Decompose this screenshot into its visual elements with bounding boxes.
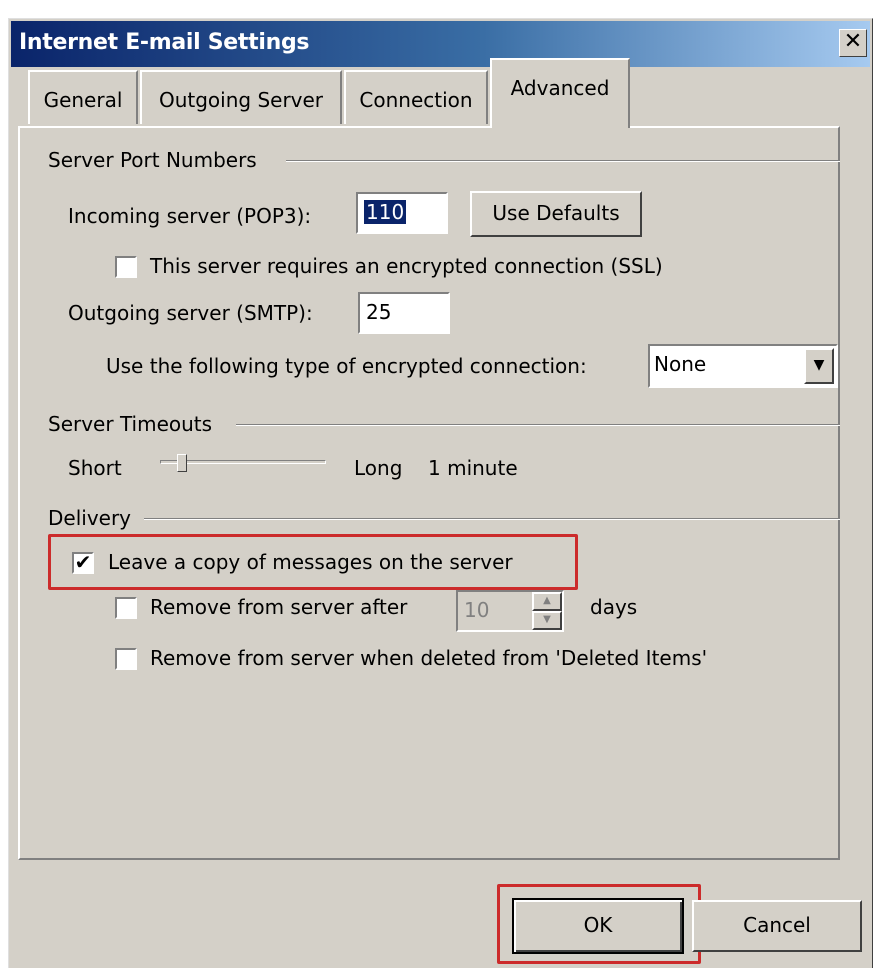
spinner-up-button[interactable]: ▲ (532, 592, 562, 611)
leave-copy-label: Leave a copy of messages on the server (108, 550, 513, 574)
chevron-down-icon: ▼ (813, 357, 825, 373)
cancel-button[interactable]: Cancel (692, 900, 862, 952)
tab-outgoing-server[interactable]: Outgoing Server (140, 70, 342, 124)
tab-connection[interactable]: Connection (344, 70, 488, 124)
encryption-type-value: None (654, 352, 707, 376)
close-icon: ✕ (843, 29, 863, 54)
ok-label: OK (583, 913, 613, 937)
tab-advanced[interactable]: Advanced (490, 58, 630, 128)
ok-button[interactable]: OK (512, 898, 684, 954)
encryption-type-select[interactable]: None ▼ (648, 344, 838, 388)
timeout-value-label: 1 minute (428, 456, 518, 480)
remove-after-days-spinner[interactable]: 10 ▲ ▼ (456, 590, 564, 632)
tab-outgoing-server-label: Outgoing Server (158, 88, 324, 112)
group-divider (286, 160, 840, 162)
outgoing-server-label: Outgoing server (SMTP): (68, 301, 313, 325)
tab-advanced-label: Advanced (510, 76, 610, 100)
use-defaults-button[interactable]: Use Defaults (470, 191, 642, 237)
window-title: Internet E-mail Settings (19, 30, 310, 55)
title-bar[interactable]: Internet E-mail Settings ✕ (11, 21, 870, 67)
outgoing-port-input[interactable]: 25 (358, 292, 450, 334)
ssl-label: This server requires an encrypted connec… (150, 254, 663, 278)
incoming-port-value: 110 (364, 200, 407, 224)
chevron-up-icon: ▲ (543, 595, 551, 606)
spinner-down-button[interactable]: ▼ (532, 611, 562, 630)
timeout-slider[interactable] (160, 452, 326, 474)
remove-after-label: Remove from server after (150, 595, 408, 619)
remove-deleted-label: Remove from server when deleted from 'De… (150, 646, 708, 670)
tab-connection-label: Connection (359, 88, 473, 112)
remove-deleted-checkbox[interactable] (115, 648, 137, 670)
timeout-long-label: Long (354, 456, 403, 480)
outgoing-port-value: 25 (366, 300, 392, 324)
encryption-type-label: Use the following type of encrypted conn… (106, 354, 587, 378)
remove-after-days-value: 10 (464, 598, 490, 622)
tab-general[interactable]: General (28, 70, 138, 124)
group-divider (144, 518, 840, 520)
incoming-server-label: Incoming server (POP3): (68, 204, 312, 228)
server-port-numbers-heading: Server Port Numbers (48, 148, 257, 172)
cancel-label: Cancel (743, 913, 811, 937)
leave-copy-checkbox[interactable]: ✔ (72, 552, 94, 574)
tab-general-label: General (43, 88, 123, 112)
delivery-heading: Delivery (48, 506, 132, 530)
remove-after-checkbox[interactable] (115, 597, 137, 619)
group-divider (236, 424, 840, 426)
dropdown-arrow-button[interactable]: ▼ (804, 348, 834, 384)
advanced-tab-panel (18, 126, 840, 860)
server-timeouts-heading: Server Timeouts (48, 412, 213, 436)
days-label: days (590, 595, 638, 619)
chevron-down-icon: ▼ (543, 614, 551, 625)
incoming-port-input[interactable]: 110 (356, 192, 448, 234)
timeout-short-label: Short (68, 456, 122, 480)
ssl-checkbox[interactable] (115, 256, 137, 278)
slider-thumb[interactable] (177, 454, 187, 472)
close-button[interactable]: ✕ (839, 29, 867, 57)
use-defaults-label: Use Defaults (492, 201, 620, 225)
